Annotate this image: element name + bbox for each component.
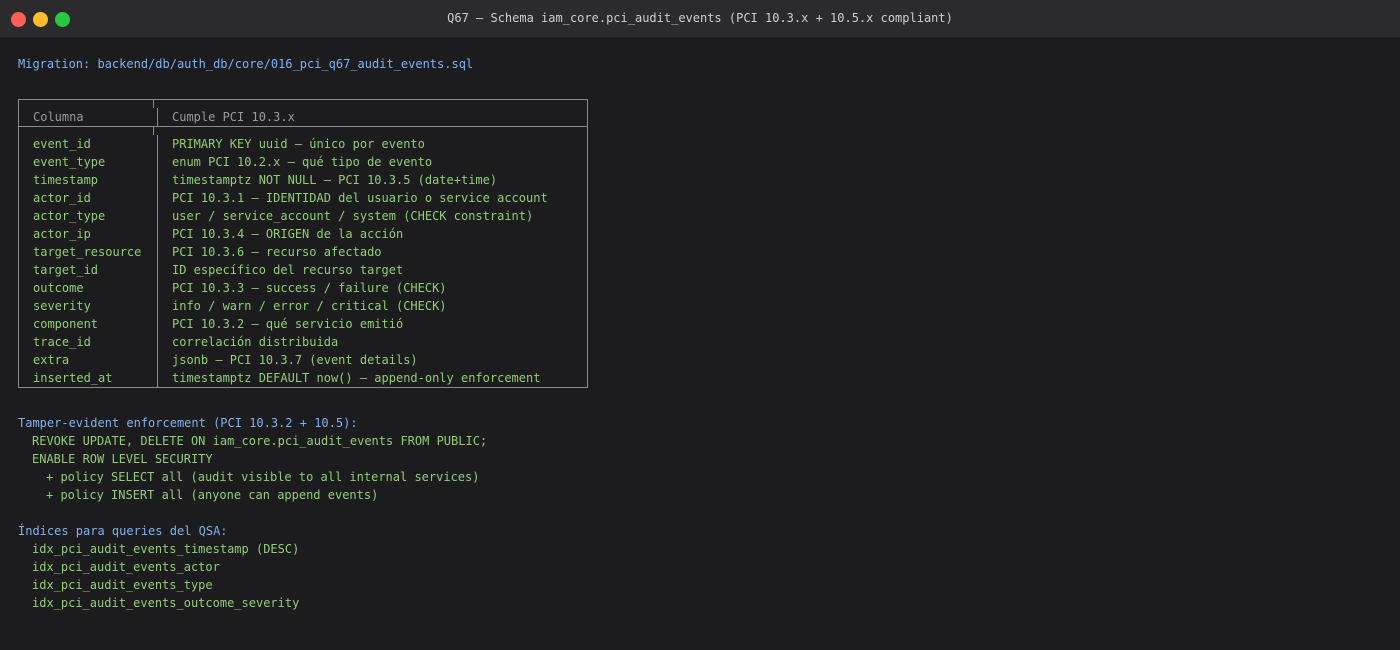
table-row: actor_type user / service_account / syste… — [18, 207, 588, 225]
pci-compliance-cell: PCI 10.3.3 — success / failure (CHECK) — [158, 279, 588, 297]
pci-compliance-cell: jsonb — PCI 10.3.7 (event details) — [158, 351, 588, 369]
pci-compliance-cell: correlación distribuida — [158, 333, 588, 351]
table-row: outcome PCI 10.3.3 — success / failure (C… — [18, 279, 588, 297]
table-row: actor_ip PCI 10.3.4 — ORIGEN de la acción — [18, 225, 588, 243]
table-header-divider — [18, 126, 588, 135]
table-top-border — [18, 99, 588, 108]
table-row: severity info / warn / error / critical (… — [18, 297, 588, 315]
pci-compliance-cell: enum PCI 10.2.x — qué tipo de evento — [158, 153, 588, 171]
pci-compliance-cell: ID específico del recurso target — [158, 261, 588, 279]
tamper-line-revoke: REVOKE UPDATE, DELETE ON iam_core.pci_au… — [32, 434, 488, 448]
pci-compliance-cell: user / service_account / system (CHECK c… — [158, 207, 588, 225]
column-name-cell: extra — [18, 351, 158, 369]
window-titlebar: Q67 — Schema iam_core.pci_audit_events (… — [0, 0, 1400, 38]
index-item-actor: idx_pci_audit_events_actor — [32, 560, 220, 574]
column-name-cell: event_type — [18, 153, 158, 171]
table-row: target_id ID específico del recurso targe… — [18, 261, 588, 279]
tamper-line-rls: ENABLE ROW LEVEL SECURITY — [32, 452, 213, 466]
table-row: component PCI 10.3.2 — qué servicio emiti… — [18, 315, 588, 333]
pci-compliance-cell: PCI 10.3.1 — IDENTIDAD del usuario o ser… — [158, 189, 588, 207]
table-bottom-border — [18, 387, 588, 388]
table-row: timestamp timestamptz NOT NULL — PCI 10.3… — [18, 171, 588, 189]
column-name-cell: inserted_at — [18, 369, 158, 387]
column-name-cell: target_resource — [18, 243, 158, 261]
column-name-cell: component — [18, 315, 158, 333]
column-header-columna: Columna — [18, 108, 158, 126]
terminal-output: Migration: backend/db/auth_db/core/016_p… — [18, 55, 1388, 645]
table-row: target_resource PCI 10.3.6 — recurso afec… — [18, 243, 588, 261]
migration-path: Migration: backend/db/auth_db/core/016_p… — [18, 57, 474, 71]
column-name-cell: outcome — [18, 279, 158, 297]
pci-compliance-cell: PRIMARY KEY uuid — único por evento — [158, 135, 588, 153]
pci-compliance-cell: timestamptz DEFAULT now() — append-only … — [158, 369, 588, 387]
pci-compliance-cell: timestamptz NOT NULL — PCI 10.3.5 (date+… — [158, 171, 588, 189]
pci-compliance-cell: PCI 10.3.4 — ORIGEN de la acción — [158, 225, 588, 243]
column-name-cell: severity — [18, 297, 158, 315]
window-title: Q67 — Schema iam_core.pci_audit_events (… — [447, 11, 953, 25]
table-body: event_id PRIMARY KEY uuid — único por eve… — [18, 135, 588, 387]
table-row: trace_id correlación distribuida — [18, 333, 588, 351]
pci-compliance-cell: PCI 10.3.2 — qué servicio emitió — [158, 315, 588, 333]
column-name-cell: event_id — [18, 135, 158, 153]
pci-compliance-cell: PCI 10.3.6 — recurso afectado — [158, 243, 588, 261]
column-header-cumple: Cumple PCI 10.3.x — [158, 108, 588, 126]
table-row: extra jsonb — PCI 10.3.7 (event details) — [18, 351, 588, 369]
column-name-cell: trace_id — [18, 333, 158, 351]
tamper-policy-insert: + policy INSERT all (anyone can append e… — [46, 488, 379, 502]
table-row: event_id PRIMARY KEY uuid — único por eve… — [18, 135, 588, 153]
column-name-cell: actor_id — [18, 189, 158, 207]
tamper-heading: Tamper-evident enforcement (PCI 10.3.2 +… — [18, 416, 358, 430]
tamper-policy-select: + policy SELECT all (audit visible to al… — [46, 470, 480, 484]
index-item-type: idx_pci_audit_events_type — [32, 578, 213, 592]
column-name-cell: timestamp — [18, 171, 158, 189]
index-item-outcome-severity: idx_pci_audit_events_outcome_severity — [32, 596, 300, 610]
table-row: event_type enum PCI 10.2.x — qué tipo de … — [18, 153, 588, 171]
column-name-cell: target_id — [18, 261, 158, 279]
pci-compliance-cell: info / warn / error / critical (CHECK) — [158, 297, 588, 315]
schema-table: Columna Cumple PCI 10.3.x event_id PRIMAR… — [18, 99, 588, 388]
column-name-cell: actor_type — [18, 207, 158, 225]
table-row: actor_id PCI 10.3.1 — IDENTIDAD del usuar… — [18, 189, 588, 207]
index-item-timestamp: idx_pci_audit_events_timestamp (DESC) — [32, 542, 300, 556]
table-header-row: Columna Cumple PCI 10.3.x — [18, 108, 588, 126]
indices-heading: Índices para queries del QSA: — [18, 524, 228, 538]
column-name-cell: actor_ip — [18, 225, 158, 243]
table-row: inserted_at timestamptz DEFAULT now() — a… — [18, 369, 588, 387]
